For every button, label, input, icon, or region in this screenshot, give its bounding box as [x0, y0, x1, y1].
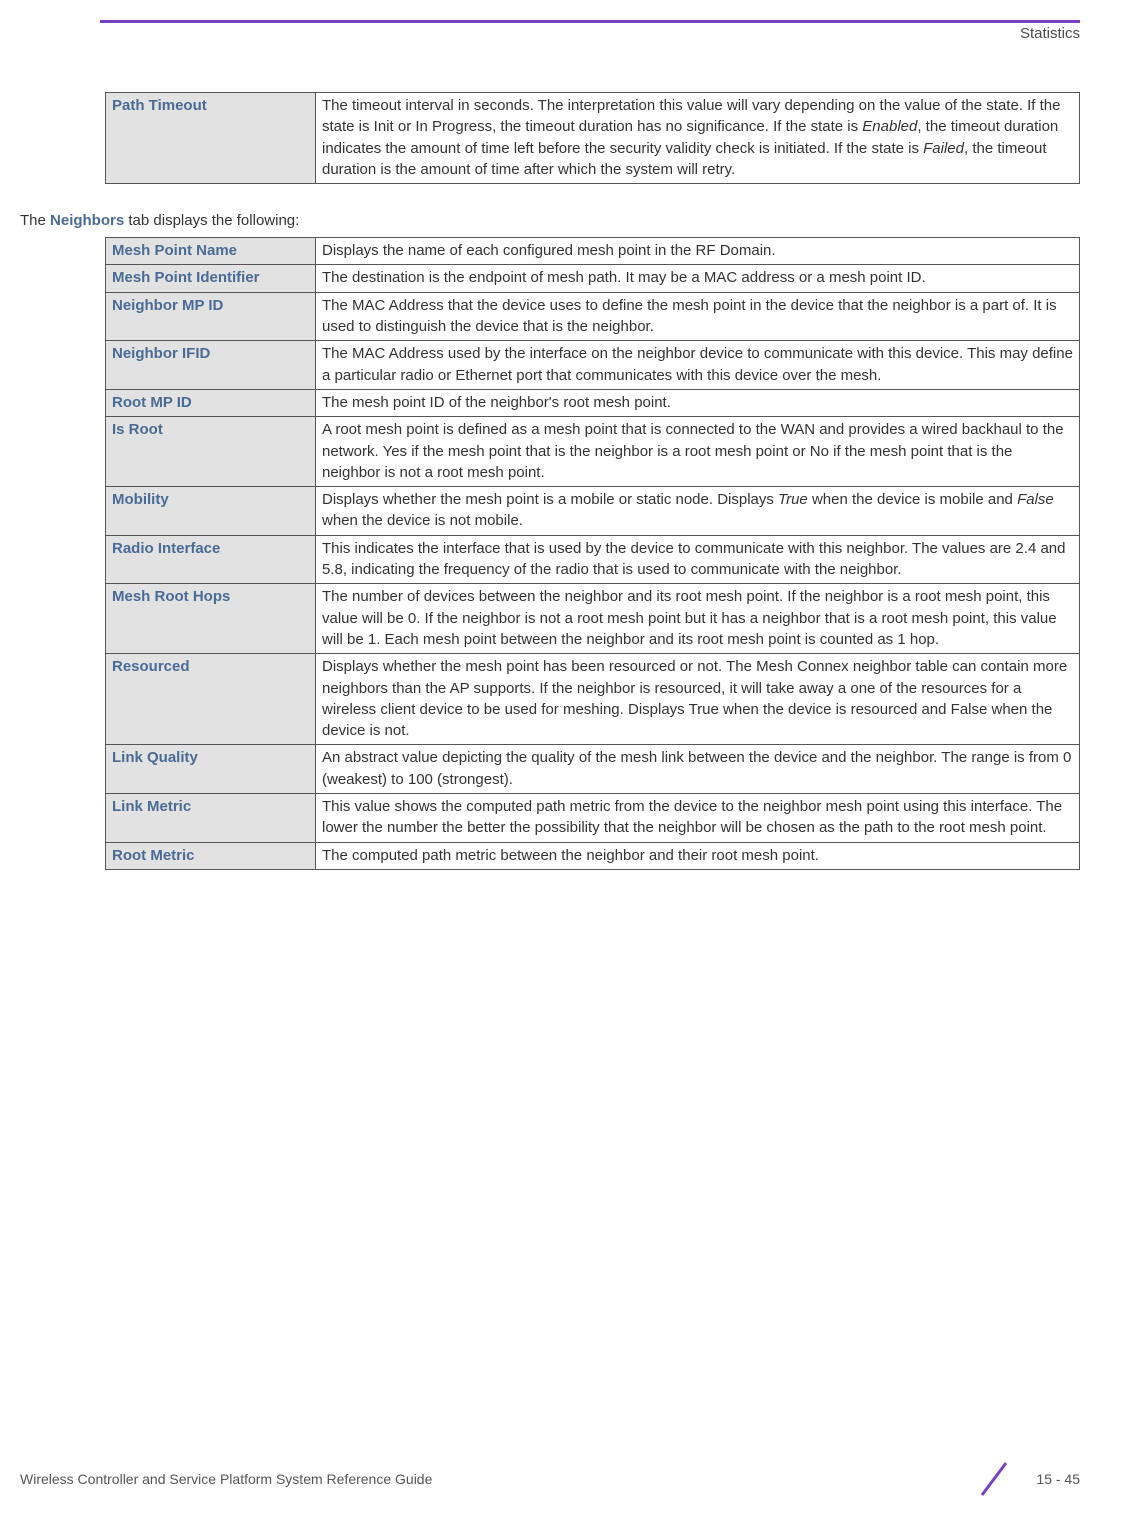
desc-text: Displays the name of each configured mes… [322, 242, 776, 259]
row-label: Resourced [106, 654, 316, 745]
desc-text: when the device is mobile and [808, 491, 1017, 508]
table-row: Mobility Displays whether the mesh point … [106, 487, 1080, 536]
row-description: The timeout interval in seconds. The int… [316, 93, 1080, 184]
desc-text: Enabled [862, 118, 917, 135]
table-row: Mesh Point Name Displays the name of each… [106, 238, 1080, 265]
table-row: Root MP ID The mesh point ID of the neigh… [106, 389, 1080, 416]
section-label: Statistics [20, 25, 1080, 42]
intro-suffix: tab displays the following: [124, 212, 299, 229]
row-label: Mobility [106, 487, 316, 536]
desc-text: This value shows the computed path metri… [322, 798, 1062, 836]
row-description: The number of devices between the neighb… [316, 584, 1080, 654]
row-label: Link Quality [106, 745, 316, 794]
slash-icon [974, 1459, 1014, 1499]
desc-text: The MAC Address that the device uses to … [322, 297, 1057, 335]
table-row: Path TimeoutThe timeout interval in seco… [106, 93, 1080, 184]
intro-bold: Neighbors [50, 212, 124, 229]
row-label: Link Metric [106, 794, 316, 843]
table-row: Is RootA root mesh point is defined as a… [106, 417, 1080, 487]
row-label: Neighbor IFID [106, 341, 316, 390]
row-description: The computed path metric between the nei… [316, 842, 1080, 869]
table-path-timeout: Path TimeoutThe timeout interval in seco… [105, 92, 1080, 184]
row-description: The MAC Address used by the interface on… [316, 341, 1080, 390]
page-number: 15 - 45 [1036, 1471, 1080, 1487]
desc-text: Displays whether the mesh point is a mob… [322, 491, 778, 508]
desc-text: True [778, 491, 808, 508]
header-divider [100, 20, 1080, 23]
row-description: This value shows the computed path metri… [316, 794, 1080, 843]
desc-text: The mesh point ID of the neighbor's root… [322, 394, 671, 411]
row-description: Displays whether the mesh point has been… [316, 654, 1080, 745]
desc-text: The MAC Address used by the interface on… [322, 345, 1073, 383]
table-row: Root Metric The computed path metric betw… [106, 842, 1080, 869]
row-label: Mesh Point Identifier [106, 265, 316, 292]
row-label: Path Timeout [106, 93, 316, 184]
row-description: A root mesh point is defined as a mesh p… [316, 417, 1080, 487]
desc-text: Failed [923, 140, 964, 157]
desc-text: A root mesh point is defined as a mesh p… [322, 421, 1064, 481]
row-description: The MAC Address that the device uses to … [316, 292, 1080, 341]
table-row: ResourcedDisplays whether the mesh point… [106, 654, 1080, 745]
row-label: Root MP ID [106, 389, 316, 416]
neighbors-intro: The Neighbors tab displays the following… [20, 212, 1080, 229]
table-row: Radio InterfaceThis indicates the interf… [106, 535, 1080, 584]
row-label: Neighbor MP ID [106, 292, 316, 341]
table-row: Link MetricThis value shows the computed… [106, 794, 1080, 843]
desc-text: The number of devices between the neighb… [322, 588, 1057, 648]
row-label: Root Metric [106, 842, 316, 869]
desc-text: An abstract value depicting the quality … [322, 749, 1071, 787]
table-row: Link QualityAn abstract value depicting … [106, 745, 1080, 794]
row-label: Is Root [106, 417, 316, 487]
row-label: Radio Interface [106, 535, 316, 584]
footer-title: Wireless Controller and Service Platform… [20, 1471, 432, 1487]
table-row: Mesh Point Identifier The destination is … [106, 265, 1080, 292]
row-label: Mesh Point Name [106, 238, 316, 265]
desc-text: when the device is not mobile. [322, 512, 523, 529]
desc-text: False [1017, 491, 1054, 508]
page-footer: Wireless Controller and Service Platform… [20, 1459, 1080, 1499]
row-label: Mesh Root Hops [106, 584, 316, 654]
intro-prefix: The [20, 212, 50, 229]
desc-text: This indicates the interface that is use… [322, 540, 1065, 578]
desc-text: The destination is the endpoint of mesh … [322, 269, 926, 286]
row-description: Displays whether the mesh point is a mob… [316, 487, 1080, 536]
row-description: The mesh point ID of the neighbor's root… [316, 389, 1080, 416]
desc-text: The computed path metric between the nei… [322, 847, 819, 864]
desc-text: Displays whether the mesh point has been… [322, 658, 1067, 739]
table-row: Neighbor IFIDThe MAC Address used by the… [106, 341, 1080, 390]
table-neighbors: Mesh Point Name Displays the name of each… [105, 237, 1080, 870]
row-description: The destination is the endpoint of mesh … [316, 265, 1080, 292]
row-description: An abstract value depicting the quality … [316, 745, 1080, 794]
row-description: This indicates the interface that is use… [316, 535, 1080, 584]
row-description: Displays the name of each configured mes… [316, 238, 1080, 265]
table-row: Neighbor MP IDThe MAC Address that the d… [106, 292, 1080, 341]
table-row: Mesh Root HopsThe number of devices betw… [106, 584, 1080, 654]
